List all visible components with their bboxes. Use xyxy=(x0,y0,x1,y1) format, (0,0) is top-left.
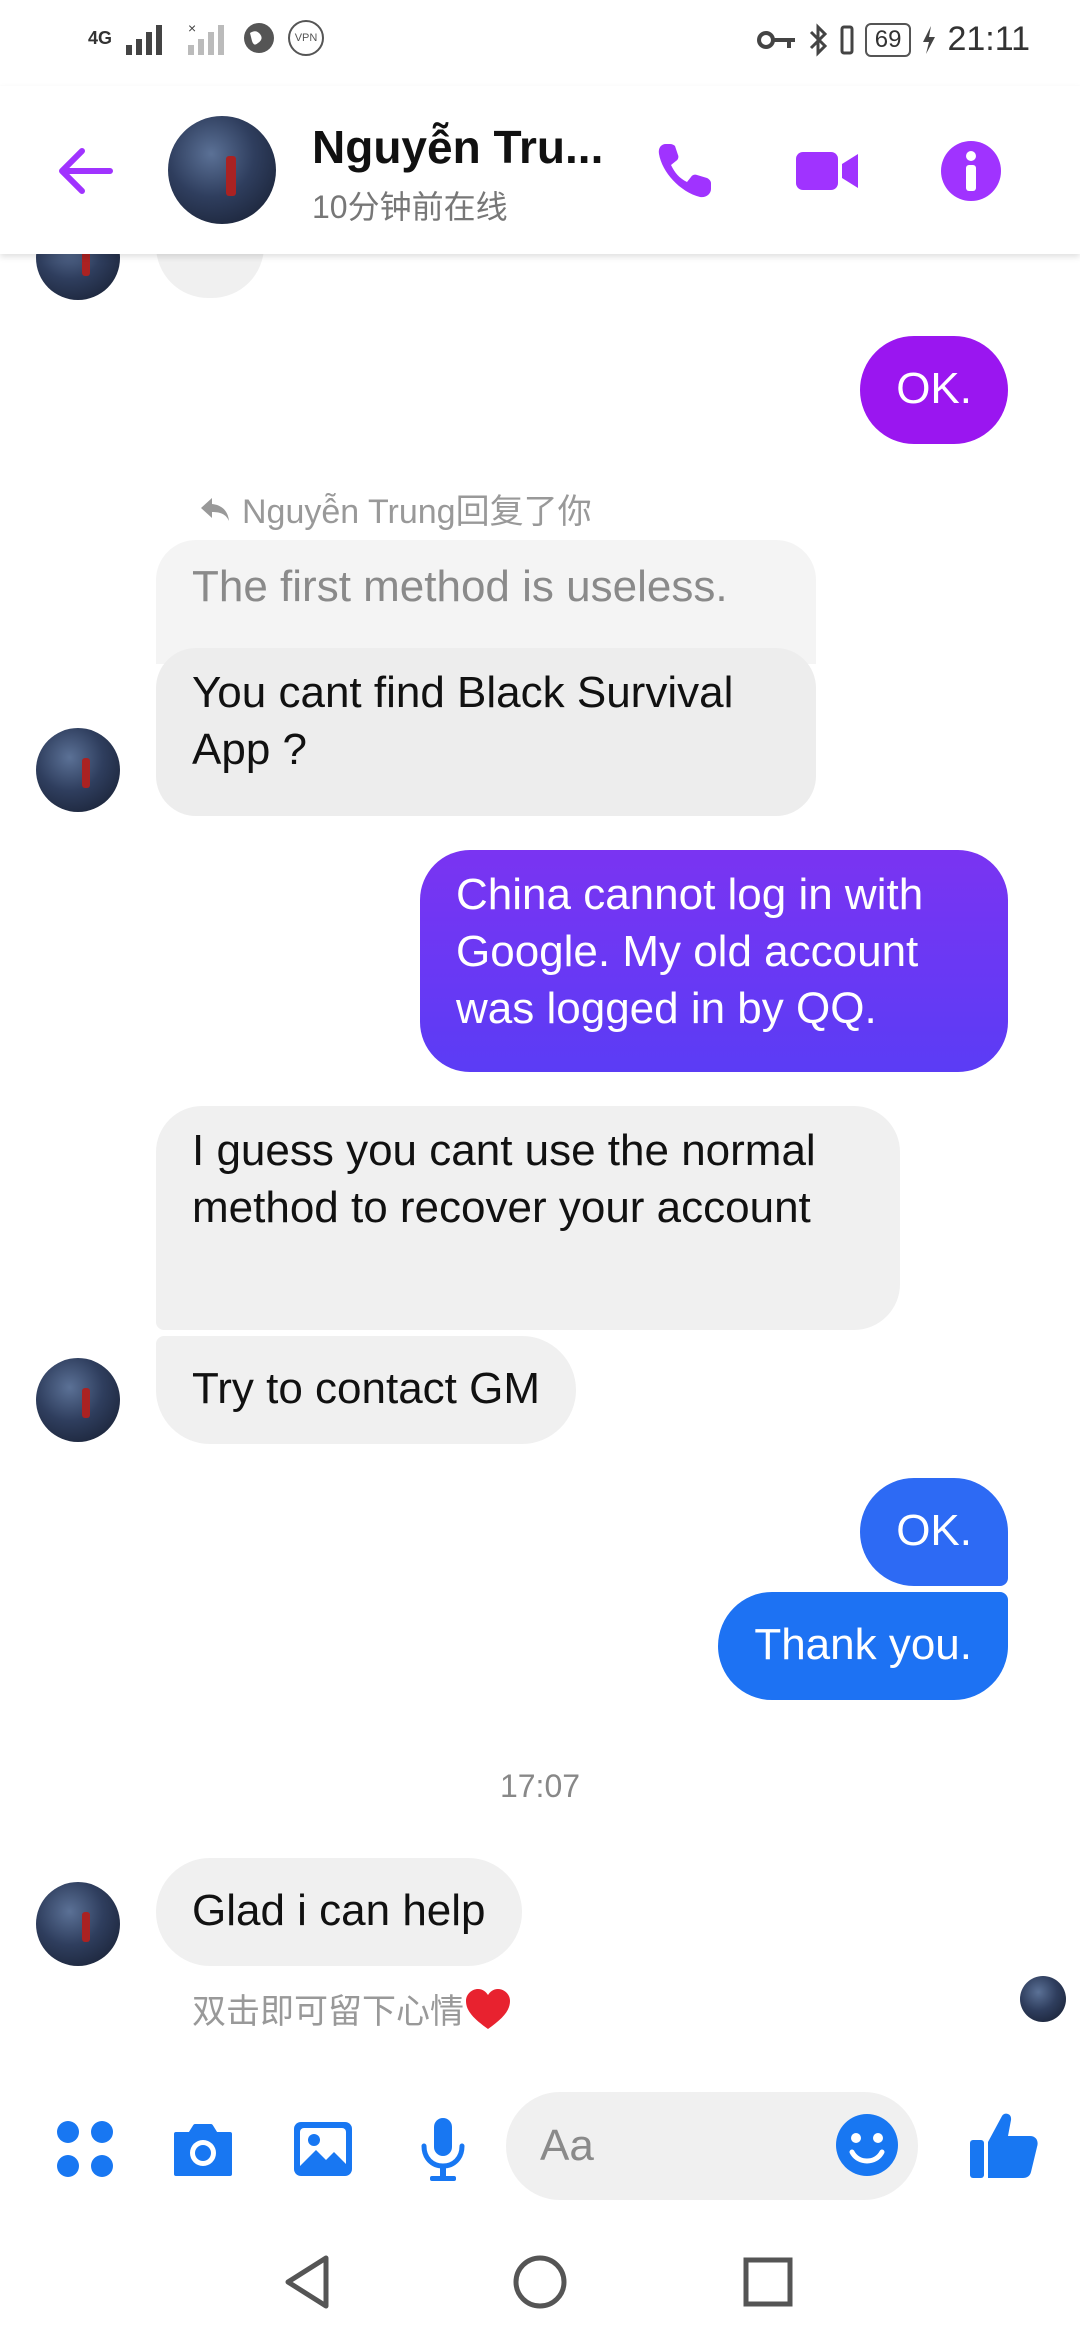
message-composer xyxy=(0,2084,1080,2214)
info-icon[interactable] xyxy=(936,136,1006,206)
back-arrow-icon[interactable] xyxy=(50,136,120,206)
message-bubble-outgoing[interactable]: OK. xyxy=(860,336,1008,444)
message-bubble-incoming[interactable]: Try to contact GM xyxy=(156,1336,577,1444)
contact-name[interactable]: Nguyễn Tru... xyxy=(312,120,612,174)
camera-icon[interactable] xyxy=(168,2114,238,2184)
vpn-badge: VPN xyxy=(288,20,325,56)
charging-icon xyxy=(923,25,936,54)
key-icon xyxy=(756,30,795,49)
message-list[interactable]: . OK. Nguyễn Trung回复了你 The first method … xyxy=(0,194,1080,2074)
reply-arrow-icon xyxy=(201,497,229,521)
message-text: I guess you cant use the normal method t… xyxy=(192,1126,816,1232)
emoji-icon[interactable] xyxy=(832,2110,902,2180)
nav-home-icon[interactable] xyxy=(508,2250,572,2314)
message-bubble-outgoing[interactable]: China cannot log in with Google. My old … xyxy=(420,850,1008,1072)
signal-icon xyxy=(126,25,163,55)
quoted-message[interactable]: The first method is useless. xyxy=(156,540,816,664)
globe-icon xyxy=(244,23,275,53)
message-text: Glad i can help xyxy=(192,1886,486,1935)
status-left: 4G × VPN xyxy=(88,20,325,56)
message-text: OK. xyxy=(896,1506,972,1555)
message-text: Try to contact GM xyxy=(192,1364,541,1413)
message-text: China cannot log in with Google. My old … xyxy=(456,870,924,1033)
thumbs-up-icon[interactable] xyxy=(966,2108,1042,2184)
contact-status: 10分钟前在线 xyxy=(312,189,508,225)
message-bubble-outgoing[interactable]: Thank you. xyxy=(718,1592,1008,1700)
message-text: OK. xyxy=(896,364,972,413)
vibrate-icon xyxy=(840,25,854,54)
message-text: You cant find Black Survival App ? xyxy=(192,668,734,774)
bluetooth-icon xyxy=(809,22,827,57)
microphone-icon[interactable] xyxy=(408,2114,478,2184)
signal-icon-sim2: × xyxy=(188,21,225,55)
message-bubble-incoming[interactable]: Glad i can help xyxy=(156,1858,522,1966)
reaction-hint: 双击即可留下心情 xyxy=(192,1984,512,2033)
battery-level: 69 xyxy=(864,22,912,57)
reply-label-text: Nguyễn Trung回复了你 xyxy=(242,493,592,531)
network-type: 4G xyxy=(88,28,113,48)
svg-text:×: × xyxy=(188,21,196,36)
message-text: Thank you. xyxy=(754,1620,972,1669)
contact-avatar[interactable] xyxy=(168,116,276,224)
sender-avatar[interactable] xyxy=(36,1882,120,1966)
system-navigation-bar xyxy=(0,2220,1080,2340)
conversation-header: Nguyễn Tru... 10分钟前在线 xyxy=(0,86,1080,254)
video-camera-icon[interactable] xyxy=(792,136,862,206)
sender-avatar[interactable] xyxy=(36,1358,120,1442)
gallery-icon[interactable] xyxy=(288,2114,358,2184)
status-time: 21:11 xyxy=(947,20,1030,58)
reply-indicator: Nguyễn Trung回复了你 xyxy=(198,484,592,533)
nav-recents-icon[interactable] xyxy=(736,2250,800,2314)
more-actions-icon[interactable] xyxy=(50,2114,120,2184)
message-bubble-outgoing[interactable]: OK. xyxy=(860,1478,1008,1586)
message-bubble-incoming[interactable]: I guess you cant use the normal method t… xyxy=(156,1106,900,1330)
status-bar: 4G × VPN 69 21:11 xyxy=(0,0,1080,86)
status-right: 69 21:11 xyxy=(756,20,1030,59)
quoted-text: The first method is useless. xyxy=(192,562,728,611)
message-bubble-incoming[interactable]: You cant find Black Survival App ? xyxy=(156,648,816,816)
nav-back-icon[interactable] xyxy=(276,2250,340,2314)
sender-avatar[interactable] xyxy=(36,728,120,812)
vpn-label: VPN xyxy=(294,32,318,44)
phone-icon[interactable] xyxy=(650,136,720,206)
reaction-hint-text: 双击即可留下心情 xyxy=(192,1993,464,2031)
timestamp-divider: 17:07 xyxy=(499,1768,581,1804)
heart-icon xyxy=(466,1989,510,2029)
seen-indicator-avatar xyxy=(1020,1976,1066,2022)
